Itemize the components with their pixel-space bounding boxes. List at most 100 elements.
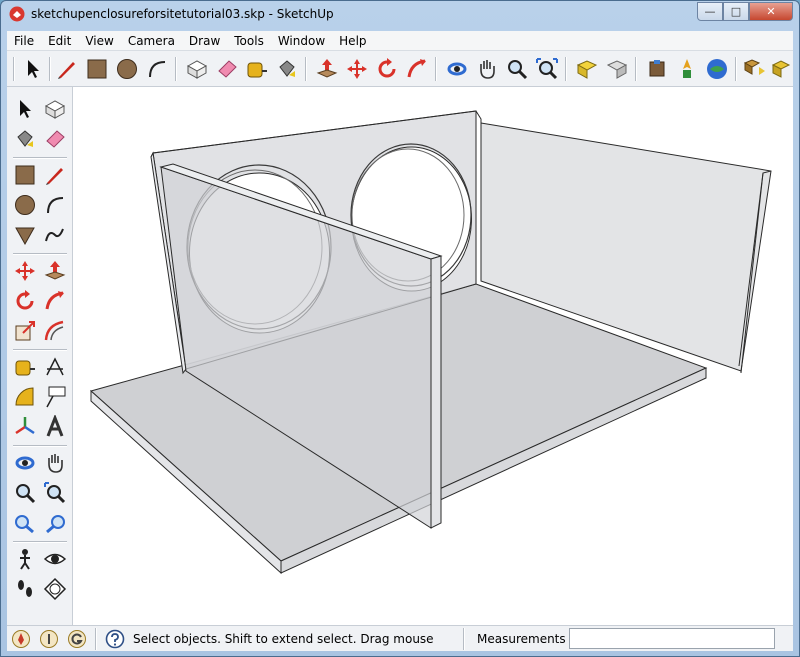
look-around-icon[interactable] (41, 545, 69, 573)
menu-draw[interactable]: Draw (182, 34, 227, 48)
component-exchange-icon[interactable] (741, 55, 769, 83)
menu-tools[interactable]: Tools (227, 34, 271, 48)
menu-view[interactable]: View (78, 34, 120, 48)
rotate-icon[interactable] (11, 287, 39, 315)
extension-icon[interactable] (767, 55, 795, 83)
scale-icon[interactable] (11, 317, 39, 345)
axes-icon[interactable] (11, 413, 39, 441)
palette-separator (13, 445, 67, 447)
menu-file[interactable]: File (7, 34, 41, 48)
zoom-icon[interactable] (11, 479, 39, 507)
section-plane-icon[interactable] (41, 575, 69, 603)
main-toolbar (7, 51, 793, 87)
palette-separator (13, 157, 67, 159)
drawing-area[interactable] (73, 87, 793, 625)
measurements-input[interactable] (569, 628, 775, 649)
share-component-icon[interactable] (643, 55, 671, 83)
push-pull-icon[interactable] (313, 55, 341, 83)
maximize-button[interactable]: □ (723, 2, 749, 21)
pencil-line-icon[interactable] (41, 161, 69, 189)
walk-icon[interactable] (11, 575, 39, 603)
get-models-icon[interactable] (573, 55, 601, 83)
zoom-window-icon[interactable] (41, 479, 69, 507)
toolbar-separator (635, 57, 637, 81)
status-bar: Select objects. Shift to extend select. … (7, 625, 793, 651)
window-controls: — □ ✕ (697, 2, 793, 22)
status-divider (463, 628, 465, 650)
toolbar-grip[interactable] (13, 57, 15, 81)
polygon-icon[interactable] (11, 221, 39, 249)
previous-view-icon[interactable] (11, 509, 39, 537)
geo-location-icon[interactable] (11, 629, 31, 649)
menu-window[interactable]: Window (271, 34, 332, 48)
title-bar[interactable]: sketchupenclosureforsitetutorial03.skp -… (1, 1, 799, 29)
toolbar-separator (435, 57, 437, 81)
circle-icon[interactable] (113, 55, 141, 83)
pan-icon[interactable] (41, 449, 69, 477)
credits-icon[interactable] (39, 629, 59, 649)
make-component-icon[interactable] (183, 55, 211, 83)
move-icon[interactable] (11, 257, 39, 285)
tape-measure-icon[interactable] (11, 353, 39, 381)
toolbar-separator (175, 57, 177, 81)
dimension-icon[interactable] (41, 353, 69, 381)
tape-measure-icon[interactable] (243, 55, 271, 83)
freehand-icon[interactable] (41, 221, 69, 249)
google-signin-icon[interactable] (67, 629, 87, 649)
menu-help[interactable]: Help (332, 34, 373, 48)
menu-camera[interactable]: Camera (121, 34, 182, 48)
paint-bucket-icon[interactable] (11, 125, 39, 153)
menu-bar: File Edit View Camera Draw Tools Window … (7, 31, 793, 51)
rotate-icon[interactable] (373, 55, 401, 83)
divider-panel-side (430, 255, 442, 529)
share-model-icon[interactable] (603, 55, 631, 83)
protractor-icon[interactable] (11, 383, 39, 411)
arc-icon[interactable] (143, 55, 171, 83)
help-icon[interactable] (105, 629, 125, 649)
eraser-icon[interactable] (41, 125, 69, 153)
select-icon[interactable] (19, 55, 47, 83)
offset-icon[interactable] (41, 317, 69, 345)
palette-separator (13, 349, 67, 351)
push-pull-icon[interactable] (41, 257, 69, 285)
toolbar-separator (305, 57, 307, 81)
zoom-extents-icon[interactable] (533, 55, 561, 83)
make-component-icon[interactable] (41, 95, 69, 123)
app-window: sketchupenclosureforsitetutorial03.skp -… (0, 0, 800, 657)
measurements-label: Measurements (477, 632, 566, 646)
position-camera-icon[interactable] (11, 545, 39, 573)
close-button[interactable]: ✕ (749, 2, 793, 21)
orbit-icon[interactable] (443, 55, 471, 83)
status-divider (95, 628, 97, 650)
select-icon[interactable] (11, 95, 39, 123)
toolbar-separator (735, 57, 737, 81)
pencil-line-icon[interactable] (53, 55, 81, 83)
window-title: sketchupenclosureforsitetutorial03.skp -… (31, 7, 334, 21)
minimize-button[interactable]: — (697, 2, 723, 21)
place-model-icon[interactable] (673, 55, 701, 83)
orbit-icon[interactable] (11, 449, 39, 477)
palette-separator (13, 541, 67, 543)
follow-me-icon[interactable] (41, 287, 69, 315)
arc-icon[interactable] (41, 191, 69, 219)
rectangle-icon[interactable] (83, 55, 111, 83)
pan-icon[interactable] (473, 55, 501, 83)
sketchup-logo-icon (9, 6, 25, 22)
google-earth-icon[interactable] (703, 55, 731, 83)
next-view-icon[interactable] (41, 509, 69, 537)
rectangle-icon[interactable] (11, 161, 39, 189)
eraser-icon[interactable] (213, 55, 241, 83)
move-icon[interactable] (343, 55, 371, 83)
model-canvas (89, 110, 772, 575)
circle-icon[interactable] (11, 191, 39, 219)
3d-text-icon[interactable] (41, 413, 69, 441)
paint-bucket-icon[interactable] (273, 55, 301, 83)
text-label-icon[interactable] (41, 383, 69, 411)
toolbar-separator (49, 57, 51, 81)
status-hint: Select objects. Shift to extend select. … (133, 632, 434, 646)
menu-edit[interactable]: Edit (41, 34, 78, 48)
large-tool-set (7, 87, 73, 625)
zoom-icon[interactable] (503, 55, 531, 83)
toolbar-separator (565, 57, 567, 81)
follow-me-icon[interactable] (403, 55, 431, 83)
